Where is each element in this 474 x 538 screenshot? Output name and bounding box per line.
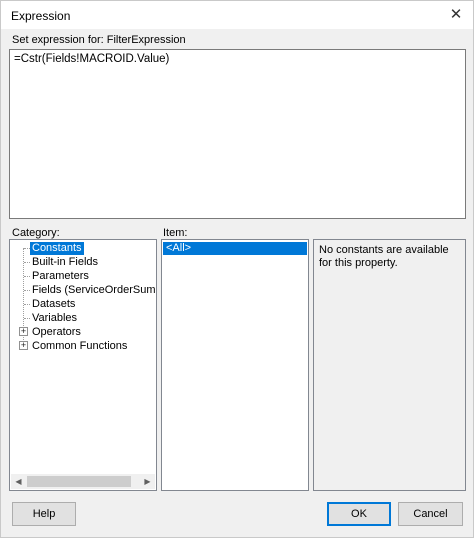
category-item-datasets[interactable]: Datasets — [32, 298, 75, 311]
close-icon[interactable]: ✕ — [443, 3, 469, 27]
category-item-parameters[interactable]: Parameters — [32, 270, 89, 283]
category-item-constants[interactable]: Constants — [30, 242, 84, 255]
tree-connector — [24, 318, 30, 319]
category-item-variables[interactable]: Variables — [32, 312, 77, 325]
ok-button[interactable]: OK — [327, 502, 391, 526]
expression-label: Set expression for: FilterExpression — [12, 34, 186, 46]
category-tree[interactable]: Constants Built-in Fields Parameters Fie… — [9, 239, 157, 491]
title-bar: Expression ✕ — [1, 1, 473, 29]
scrollbar-thumb[interactable] — [27, 476, 131, 487]
category-item-fields[interactable]: Fields (ServiceOrderSummar — [32, 284, 156, 297]
category-item-common-functions[interactable]: Common Functions — [32, 340, 127, 353]
list-item-all[interactable]: <All> — [163, 242, 307, 255]
horizontal-scrollbar[interactable]: ◀ ▶ — [11, 474, 155, 489]
help-button[interactable]: Help — [12, 502, 76, 526]
expression-editor[interactable]: =Cstr(Fields!MACROID.Value) — [9, 49, 466, 219]
expand-plus-icon[interactable]: + — [19, 327, 28, 336]
cancel-button[interactable]: Cancel — [398, 502, 463, 526]
window-title: Expression — [11, 9, 71, 23]
category-item-built-in-fields[interactable]: Built-in Fields — [32, 256, 98, 269]
tree-connector — [24, 276, 30, 277]
category-item-operators[interactable]: Operators — [32, 326, 81, 339]
scroll-left-icon[interactable]: ◀ — [11, 474, 26, 489]
description-panel: No constants are available for this prop… — [313, 239, 466, 491]
item-list[interactable]: <All> — [161, 239, 309, 491]
item-label: Item: — [163, 227, 188, 239]
tree-connector — [24, 290, 30, 291]
tree-connector — [24, 304, 30, 305]
expand-plus-icon[interactable]: + — [19, 341, 28, 350]
scroll-right-icon[interactable]: ▶ — [140, 474, 155, 489]
category-label: Category: — [12, 227, 60, 239]
expression-dialog: Expression ✕ Set expression for: FilterE… — [0, 0, 474, 538]
tree-connector — [24, 262, 30, 263]
